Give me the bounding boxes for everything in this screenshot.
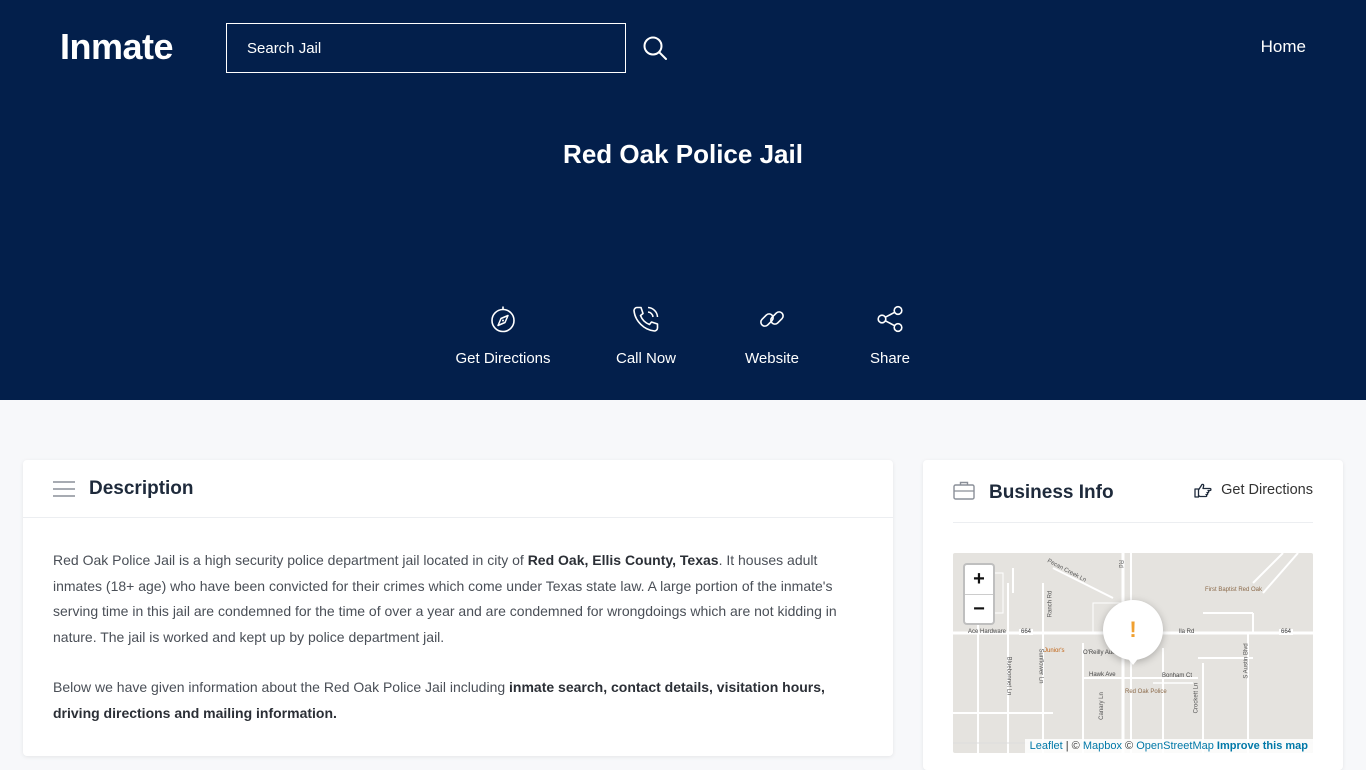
map-zoom-control: + − (963, 563, 995, 625)
phone-icon (633, 306, 659, 332)
map-label-ila-rd: lla Rd (1179, 629, 1195, 635)
improve-map-link[interactable]: Improve this map (1217, 740, 1308, 752)
attribution-sep: © (1121, 740, 1137, 752)
link-icon (760, 311, 784, 327)
map-label-juniors: Junior's (1044, 648, 1065, 654)
map-label-bonham-ct: Bonham Ct (1162, 673, 1193, 679)
page-title: Red Oak Police Jail (563, 139, 803, 169)
directions-label: Get Directions (1221, 482, 1313, 498)
business-info-title: Business Info (989, 482, 1114, 503)
nav-home-link[interactable]: Home (1261, 37, 1306, 57)
site-logo[interactable]: Inmate (60, 26, 174, 68)
website-action[interactable]: Website (731, 304, 813, 367)
map-label-ranch-rd: Ranch Rd (1047, 590, 1054, 618)
location-bold: Red Oak, Ellis County, Texas (527, 552, 719, 568)
map-label-austin-blvd: S Austin Blvd (1243, 643, 1250, 679)
map-label-first-baptist: First Baptist Red Oak (1205, 587, 1263, 593)
compass-icon (491, 306, 515, 333)
map-marker-tip (1125, 655, 1141, 665)
business-info-card: Business Info Get Directions Pecan Creek… (923, 460, 1343, 770)
map-label-road-664-east: 664 (1279, 629, 1294, 635)
map-label-ace-hardware: Ace Hardware (968, 629, 1007, 635)
map-label-bluebonnet: Bluebonnet Ln (1005, 656, 1012, 696)
description-card: Description Red Oak Police Jail is a hig… (23, 460, 893, 756)
map-label-crockett: Crockett Ln (1193, 682, 1200, 714)
share-action[interactable]: Share (860, 304, 920, 367)
openstreetmap-link[interactable]: OpenStreetMap (1136, 740, 1214, 752)
map-label-north-road: Rd (1116, 560, 1123, 568)
attribution-sep: | © (1062, 740, 1083, 752)
map-marker[interactable]: ! (1103, 600, 1163, 660)
map-label-canary: Canary Ln (1098, 692, 1105, 720)
leaflet-link[interactable]: Leaflet (1030, 740, 1063, 752)
briefcase-icon (953, 481, 975, 500)
action-label: Call Now (615, 350, 676, 367)
share-icon (877, 305, 903, 333)
description-paragraph: Red Oak Police Jail is a high security p… (53, 548, 863, 650)
description-title: Description (89, 477, 194, 499)
map-attribution: Leaflet | © Mapbox © OpenStreetMap Impro… (1024, 739, 1313, 753)
action-label: Share (869, 350, 911, 367)
description-header: Description (23, 460, 893, 518)
location-map[interactable]: Pecan Creek Ln Rd First Baptist Red Oak … (953, 553, 1313, 753)
business-info-header: Business Info Get Directions (953, 478, 1313, 523)
get-directions-action[interactable]: Get Directions (448, 304, 558, 367)
action-label: Website (745, 350, 799, 367)
menu-lines-icon (53, 480, 75, 497)
pointing-hand-icon (1194, 483, 1212, 498)
zoom-out-button[interactable]: − (965, 594, 993, 623)
text-span: Red Oak Police Jail is a high security p… (53, 552, 528, 568)
map-label-road-664-west: 664 (1019, 629, 1034, 635)
call-now-action[interactable]: Call Now (601, 304, 691, 367)
search-box (226, 23, 626, 73)
search-icon[interactable] (642, 35, 668, 61)
map-label-red-oak-police: Red Oak Police (1125, 689, 1167, 695)
mapbox-link[interactable]: Mapbox (1083, 740, 1122, 752)
business-directions-link[interactable]: Get Directions (1194, 482, 1313, 498)
description-paragraph: Below we have given information about th… (53, 675, 863, 726)
search-input[interactable] (247, 39, 625, 57)
zoom-in-button[interactable]: + (965, 565, 993, 594)
map-label-hawk-ave: Hawk Ave (1089, 672, 1116, 678)
hero-banner: Inmate Home Red Oak Police Jail Get Dire… (0, 0, 1366, 400)
map-label-sunflower: Sunflower Ln (1037, 648, 1044, 684)
text-span: Below we have given information about th… (53, 679, 510, 695)
action-label: Get Directions (455, 350, 551, 367)
description-body: Red Oak Police Jail is a high security p… (23, 518, 893, 726)
